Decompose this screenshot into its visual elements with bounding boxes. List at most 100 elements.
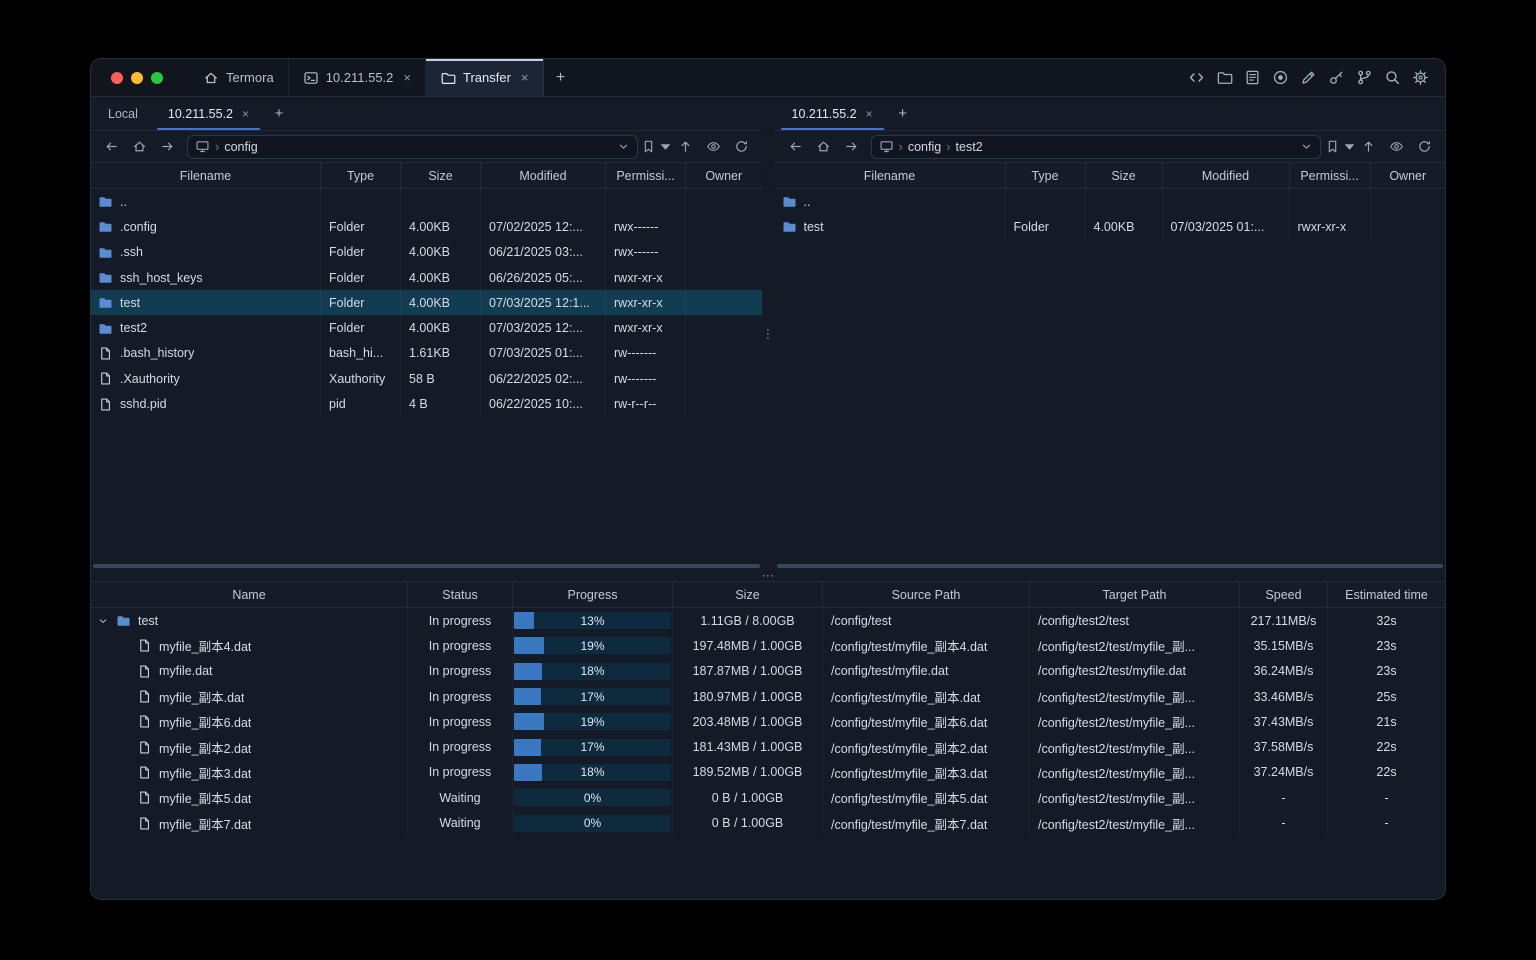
new-tab-button[interactable]: + xyxy=(544,59,578,96)
file-row[interactable]: sshd.pid pid 4 B 06/22/2025 10:... rw-r--r-- xyxy=(91,391,762,417)
edit-icon[interactable] xyxy=(1300,69,1317,86)
column-header[interactable]: Speed xyxy=(1240,582,1328,607)
panel-tab[interactable]: 10.211.55.2 × xyxy=(153,97,264,130)
home-button[interactable] xyxy=(811,135,836,159)
refresh-button[interactable] xyxy=(729,135,754,159)
refresh-button[interactable] xyxy=(1412,135,1437,159)
column-header[interactable]: Modified xyxy=(1163,163,1290,188)
file-row[interactable]: test Folder 4.00KB 07/03/2025 01:... rwxr-xr… xyxy=(775,214,1446,240)
path-breadcrumb-field[interactable]: › config xyxy=(187,134,638,159)
column-header[interactable]: Source Path xyxy=(823,582,1030,607)
new-tab-button[interactable]: + xyxy=(888,97,918,130)
folder-fill-icon xyxy=(782,219,797,234)
column-header[interactable]: Type xyxy=(321,163,401,188)
column-header[interactable]: Name xyxy=(91,582,408,607)
transfer-row[interactable]: myfile_副本7.dat Waiting 0% 0 B / 1.00GB/conf… xyxy=(91,810,1445,836)
tab-close-icon[interactable]: × xyxy=(866,107,873,121)
transfer-row[interactable]: myfile_副本2.dat In progress 17% 181.43MB / 1… xyxy=(91,734,1445,760)
panel-tab[interactable]: Local xyxy=(93,97,153,130)
file-row[interactable]: test2 Folder 4.00KB 07/03/2025 12:... rwxr-x… xyxy=(91,315,762,341)
settings-icon[interactable] xyxy=(1412,69,1429,86)
key-icon[interactable] xyxy=(1328,69,1345,86)
show-hidden-button[interactable] xyxy=(1384,135,1409,159)
show-hidden-button[interactable] xyxy=(701,135,726,159)
column-header[interactable]: Filename xyxy=(91,163,321,188)
transfer-row[interactable]: test In progress 13% 1.11GB / 8.00GB/config… xyxy=(91,608,1445,634)
file-row[interactable]: .. xyxy=(91,189,762,215)
breadcrumb-segment[interactable]: config xyxy=(908,140,941,154)
column-header[interactable]: Permissi... xyxy=(1290,163,1371,188)
bookmark-button[interactable] xyxy=(644,135,671,159)
horizontal-scrollbar[interactable] xyxy=(775,561,1446,571)
zoom-window-button[interactable] xyxy=(151,71,163,84)
titlebar-tab[interactable]: Termora xyxy=(189,59,289,96)
progress-track: 17% xyxy=(514,688,671,706)
column-header[interactable]: Type xyxy=(1006,163,1086,188)
branch-icon[interactable] xyxy=(1356,69,1373,86)
file-row[interactable]: .. xyxy=(775,189,1446,215)
search-icon[interactable] xyxy=(1384,69,1401,86)
column-header[interactable]: Filename xyxy=(775,163,1006,188)
eta-cell: - xyxy=(1384,816,1389,831)
transfer-row[interactable]: myfile_副本5.dat Waiting 0% 0 B / 1.00GB/conf… xyxy=(91,785,1445,811)
column-header[interactable]: Owner xyxy=(686,163,762,188)
tab-close-icon[interactable]: × xyxy=(403,70,411,85)
code-icon[interactable] xyxy=(1188,69,1205,86)
panel-splitter[interactable]: ⋮ xyxy=(762,97,775,571)
transfer-row[interactable]: myfile_副本6.dat In progress 19% 203.48MB / 1… xyxy=(91,709,1445,735)
transfer-row[interactable]: myfile.dat In progress 18% 187.87MB / 1.00G… xyxy=(91,658,1445,684)
path-breadcrumb-field[interactable]: › config › test2 xyxy=(870,134,1321,159)
transfer-splitter[interactable]: ⋯ xyxy=(91,569,1445,582)
forward-button[interactable] xyxy=(839,135,864,159)
file-row[interactable]: test Folder 4.00KB 07/03/2025 12:1... rwxr-x… xyxy=(91,290,762,316)
file-row[interactable]: .ssh Folder 4.00KB 06/21/2025 03:... rwx----… xyxy=(91,239,762,265)
file-row[interactable]: .bash_history bash_hi... 1.61KB 07/03/2025 … xyxy=(91,340,762,367)
filename-text: .config xyxy=(120,219,157,234)
parent-directory-button[interactable] xyxy=(1356,135,1381,159)
column-header[interactable]: Status xyxy=(408,582,513,607)
back-button[interactable] xyxy=(783,135,808,159)
chevron-down-icon[interactable] xyxy=(1300,140,1313,153)
breadcrumb-segment[interactable]: config xyxy=(224,140,257,154)
new-tab-button[interactable]: + xyxy=(264,97,294,130)
folder-icon[interactable] xyxy=(1216,69,1233,86)
file-row[interactable]: .config Folder 4.00KB 07/02/2025 12:... rwx-… xyxy=(91,214,762,240)
column-header[interactable]: Modified xyxy=(481,163,606,188)
file-row[interactable]: .Xauthority Xauthority 58 B 06/22/2025 02:.… xyxy=(91,366,762,392)
titlebar-tab[interactable]: 10.211.55.2 × xyxy=(289,59,426,96)
minimize-window-button[interactable] xyxy=(131,71,143,84)
transfer-row[interactable]: myfile_副本.dat In progress 17% 180.97MB / 1.… xyxy=(91,683,1445,710)
tab-close-icon[interactable]: × xyxy=(242,107,249,121)
parent-directory-button[interactable] xyxy=(673,135,698,159)
panel-tab[interactable]: 10.211.55.2 × xyxy=(777,97,888,130)
back-button[interactable] xyxy=(99,135,124,159)
column-header[interactable]: Size xyxy=(673,582,823,607)
file-row[interactable]: ssh_host_keys Folder 4.00KB 06/26/2025 05:.… xyxy=(91,264,762,291)
permissions-cell: rwxr-xr-x xyxy=(606,290,686,316)
home-button[interactable] xyxy=(127,135,152,159)
column-header[interactable]: Size xyxy=(1086,163,1163,188)
target-path-cell: /config/test2/test/myfile_副... xyxy=(1030,759,1240,786)
breadcrumb-segment[interactable]: test2 xyxy=(956,140,983,154)
column-header[interactable]: Progress xyxy=(513,582,673,607)
tab-close-icon[interactable]: × xyxy=(521,70,529,85)
transfer-row[interactable]: myfile_副本3.dat In progress 18% 189.52MB / 1… xyxy=(91,759,1445,786)
scrollbar-thumb[interactable] xyxy=(93,564,760,568)
close-window-button[interactable] xyxy=(111,71,123,84)
bookmark-button[interactable] xyxy=(1328,135,1354,159)
log-icon[interactable] xyxy=(1244,69,1261,86)
titlebar-tab[interactable]: Transfer × xyxy=(426,59,544,96)
record-icon[interactable] xyxy=(1272,69,1289,86)
forward-button[interactable] xyxy=(155,135,180,159)
column-header[interactable]: Permissi... xyxy=(606,163,686,188)
target-path-cell: /config/test2/test/myfile_副... xyxy=(1030,633,1240,659)
chevron-down-icon[interactable] xyxy=(97,615,109,627)
scrollbar-thumb[interactable] xyxy=(776,564,1443,568)
chevron-down-icon[interactable] xyxy=(617,140,630,153)
column-header[interactable]: Size xyxy=(401,163,481,188)
transfer-row[interactable]: myfile_副本4.dat In progress 19% 197.48MB / 1… xyxy=(91,633,1445,659)
column-header[interactable]: Target Path xyxy=(1030,582,1240,607)
column-header[interactable]: Owner xyxy=(1371,163,1446,188)
horizontal-scrollbar[interactable] xyxy=(91,561,762,571)
column-header[interactable]: Estimated time xyxy=(1328,582,1445,607)
